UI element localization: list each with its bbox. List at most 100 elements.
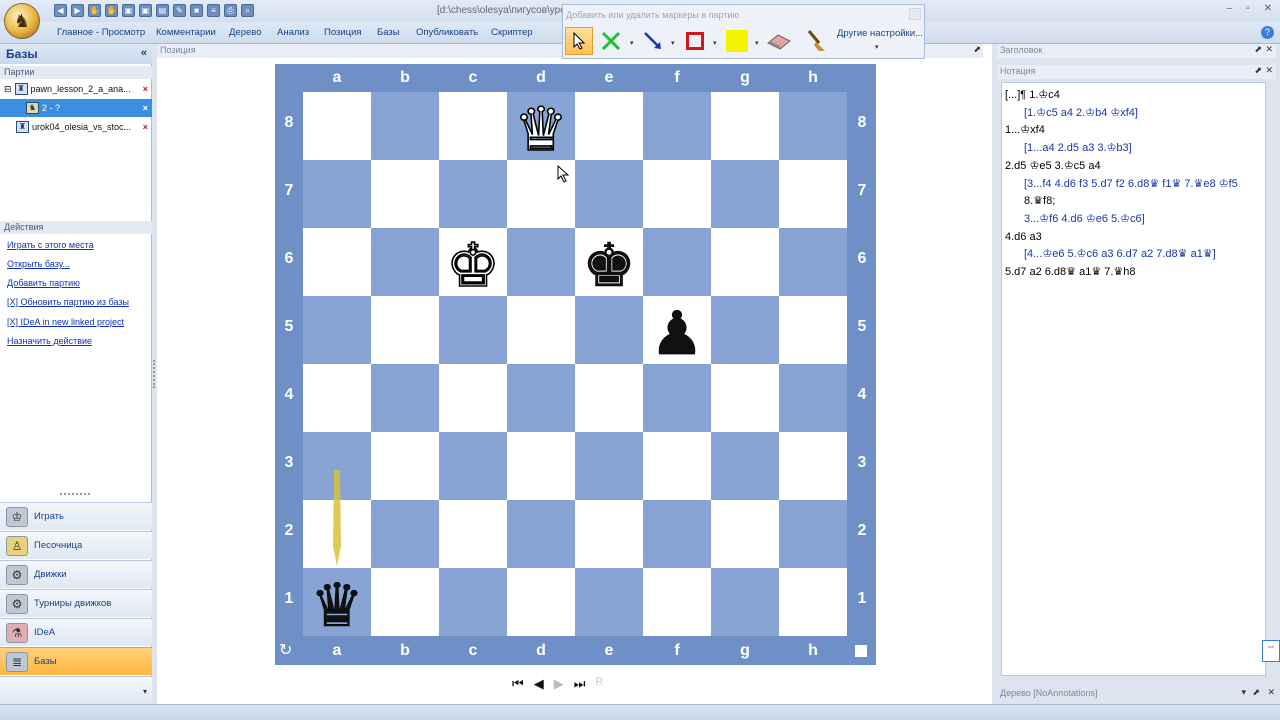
notation-line[interactable]: [3...f4 4.d6 f3 5.d7 f2 6.d8♛ f1♛ 7.♛e8 … [1005,176,1262,194]
eraser-icon[interactable] [765,27,793,55]
square-f6[interactable] [643,228,711,296]
square-h4[interactable] [779,364,847,432]
game-subitem[interactable]: ♞ 2 - ? × [0,99,152,117]
red-square-icon[interactable] [681,27,709,55]
menu-databases[interactable]: Базы [377,27,400,38]
square-b4[interactable] [371,364,439,432]
square-f1[interactable] [643,568,711,636]
notation-line[interactable]: [...]¶ 1.♔c4 [1005,87,1262,105]
nav-engines[interactable]: ⚙ Движки [0,560,152,588]
pointer-tool-icon[interactable] [565,27,593,55]
notation-line[interactable]: 8.♛f8; [1005,193,1262,211]
close-icon[interactable]: × [143,103,148,113]
action-open-database[interactable]: Открыть базу... [7,259,70,269]
arrow-marker-icon[interactable] [639,27,667,55]
white-queen-icon[interactable]: ♛ [507,92,575,160]
black-king-icon[interactable]: ♚ [575,228,643,296]
chevron-down-icon[interactable]: ▾ [630,39,634,47]
hand-icon[interactable]: ✋ [88,4,101,17]
minimize-button[interactable]: – [1227,3,1233,14]
menu-tree[interactable]: Дерево [229,27,262,38]
square-a7[interactable] [303,160,371,228]
notation-line[interactable]: [4...♔e6 5.♔c6 a3 6.d7 a2 7.d8♛ a1♛] [1005,246,1262,264]
chevron-down-icon[interactable]: ▾ [1241,687,1246,698]
square-e7[interactable] [575,160,643,228]
forward-icon[interactable]: ▶ [71,4,84,17]
square-b8[interactable] [371,92,439,160]
first-move-button[interactable]: ⏮ [512,676,524,692]
square-b6[interactable] [371,228,439,296]
action-assign[interactable]: Назначить действие [7,336,92,346]
menu-publish[interactable]: Опубликовать [416,27,478,38]
square-c2[interactable] [439,500,507,568]
square-h8[interactable] [779,92,847,160]
square-d3[interactable] [507,432,575,500]
back-icon[interactable]: ◀ [54,4,67,17]
square-b7[interactable] [371,160,439,228]
game-item[interactable]: ♜ urok04_olesia_vs_stoc... × [0,118,152,136]
notation-text[interactable]: [...]¶ 1.♔c4 [1.♔c5 a4 2.♔b4 ♔xf4] 1...♔xf… [1001,82,1266,676]
square-a4[interactable] [303,364,371,432]
square-f3[interactable] [643,432,711,500]
square-d4[interactable] [507,364,575,432]
nav-play[interactable]: ♔ Играть [0,502,152,530]
popup-close-icon[interactable] [909,8,921,20]
chevron-down-icon[interactable]: ▾ [875,43,879,51]
action-idea-linked-project[interactable]: [X] IDeA in new linked project [7,317,124,327]
menu-comments[interactable]: Комментарии [156,27,216,38]
collapse-icon[interactable]: « [141,47,147,59]
chevron-down-icon[interactable]: ▾ [143,687,147,696]
list-icon[interactable]: ≡ [207,4,220,17]
square-g1[interactable] [711,568,779,636]
restore-button[interactable]: ▫ [1246,3,1250,14]
close-button[interactable]: ✕ [1264,3,1272,14]
square-c3[interactable] [439,432,507,500]
square-e2[interactable] [575,500,643,568]
nav-databases[interactable]: ≣ Базы [0,647,152,675]
square-h5[interactable] [779,296,847,364]
search-icon[interactable]: ⌕ [241,4,254,17]
close-icon[interactable]: × [143,122,148,132]
square-g4[interactable] [711,364,779,432]
white-king-icon[interactable]: ♚ [439,228,507,296]
square-e3[interactable] [575,432,643,500]
square-a8[interactable] [303,92,371,160]
square-d5[interactable] [507,296,575,364]
square-f8[interactable] [643,92,711,160]
square-d1[interactable] [507,568,575,636]
notation-line[interactable]: [1...a4 2.d5 a3 3.♔b3] [1005,140,1262,158]
black-queen-icon[interactable]: ♛ [303,568,371,636]
square-f4[interactable] [643,364,711,432]
hand2-icon[interactable]: ✋ [105,4,118,17]
app-logo-icon[interactable]: ♞ [4,3,40,39]
notation-line[interactable]: 2.d5 ♔e5 3.♔c5 a4 [1005,158,1262,176]
save-icon[interactable]: ▣ [122,4,135,17]
close-icon[interactable]: ✕ [1265,44,1273,55]
notation-line[interactable]: [1.♔c5 a4 2.♔b4 ♔xf4] [1005,105,1262,123]
tree-collapse-icon[interactable]: ⊟ [4,84,12,95]
flip-board-icon[interactable]: ↻ [279,640,292,660]
pin-icon[interactable]: ⬈ [1254,44,1262,55]
square-d6[interactable] [507,228,575,296]
notation-line[interactable]: 4.d6 a3 [1005,229,1262,247]
pin-icon[interactable]: ⬈ [1254,65,1262,76]
menu-position[interactable]: Позиция [324,27,362,38]
square-b5[interactable] [371,296,439,364]
square-g5[interactable] [711,296,779,364]
menu-home[interactable]: Главное - Просмотр [57,27,145,38]
resize-grip[interactable] [60,493,90,496]
square-c1[interactable] [439,568,507,636]
print-icon[interactable]: ⎙ [224,4,237,17]
square-b3[interactable] [371,432,439,500]
square-e5[interactable] [575,296,643,364]
square-d2[interactable] [507,500,575,568]
nav-engine-tournaments[interactable]: ⚙ Турниры движков [0,589,152,617]
green-x-icon[interactable] [597,27,625,55]
side-tool-icon[interactable]: ⇔ [1262,640,1280,662]
square-b1[interactable] [371,568,439,636]
chevron-down-icon[interactable]: ▾ [755,39,759,47]
square-f2[interactable] [643,500,711,568]
nav-idea[interactable]: ⚗ IDeA [0,618,152,646]
square-h3[interactable] [779,432,847,500]
yellow-fill-icon[interactable] [723,27,751,55]
